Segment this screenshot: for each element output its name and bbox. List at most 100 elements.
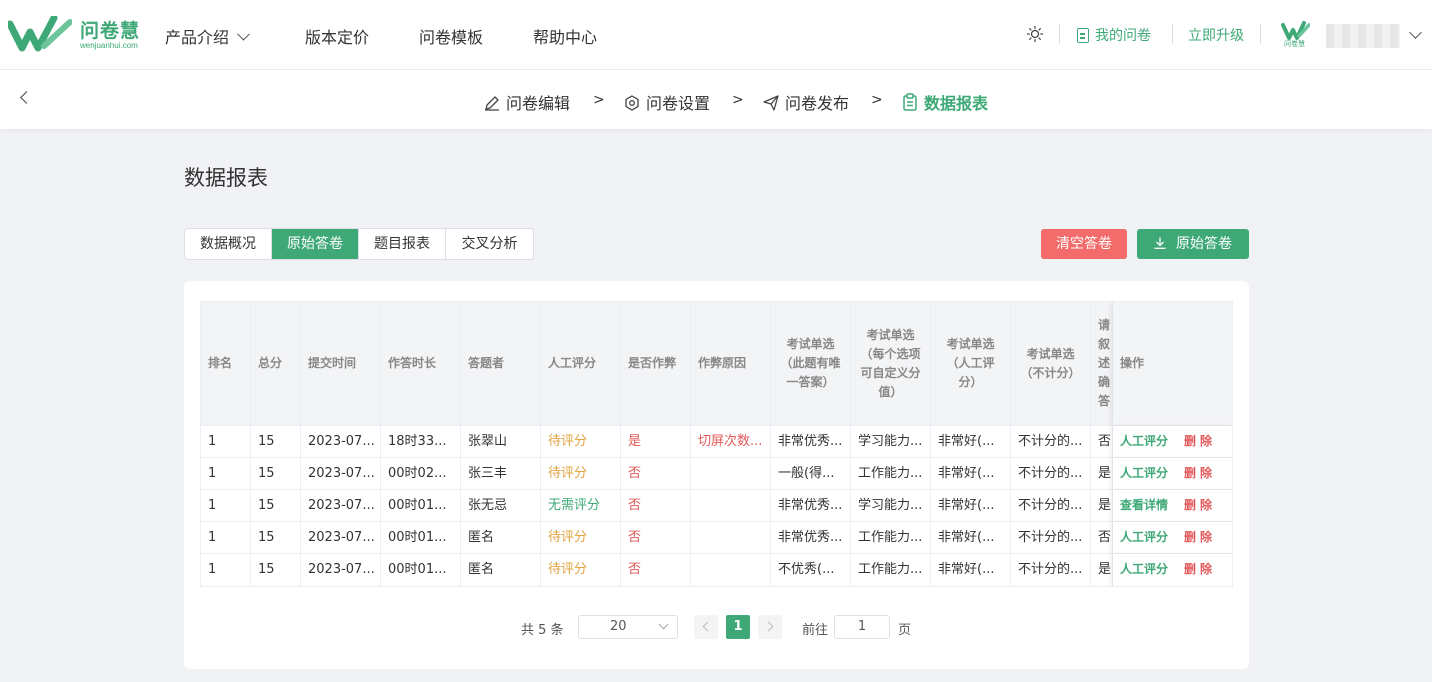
cell-actions: 人工评分 删除	[1113, 554, 1232, 586]
cell-q2: 学习能力...	[851, 490, 931, 521]
page-unit-label: 页	[898, 623, 912, 638]
tab-raw-answers[interactable]: 原始答卷	[272, 229, 359, 259]
goto-page-input[interactable]: 1	[834, 615, 890, 639]
cell-name: 张翠山	[461, 426, 541, 457]
cell-q4: 不计分的...	[1011, 554, 1091, 586]
delete-button[interactable]: 删除	[1184, 530, 1216, 544]
manual-grade-button[interactable]: 人工评分	[1120, 530, 1168, 544]
cell-q1: 非常优秀...	[771, 426, 851, 457]
cell-reason	[691, 490, 771, 521]
download-icon	[1154, 237, 1166, 249]
cell-q5: 是(	[1091, 554, 1113, 586]
next-page-button[interactable]	[758, 615, 782, 639]
cell-name: 张无忌	[461, 490, 541, 521]
column-header: 考试单选（每个选项可自定义分值）	[851, 302, 931, 425]
step-edit[interactable]: 问卷编辑	[484, 90, 570, 114]
nav-help[interactable]: 帮助中心	[533, 24, 597, 48]
cell-grade: 无需评分	[541, 490, 621, 521]
cell-q1: 一般(得...	[771, 458, 851, 489]
upgrade-link[interactable]: 立即升级	[1188, 25, 1244, 45]
nav-product-intro[interactable]: 产品介绍	[165, 24, 250, 48]
my-surveys-link[interactable]: 我的问卷	[1077, 25, 1151, 45]
table-row: 1 15 2023-07... 00时01... 匿名 待评分否 不优秀(... 工作能力..…	[201, 554, 1232, 586]
cell-q3: 非常好(...	[931, 490, 1011, 521]
step-settings[interactable]: 问卷设置	[624, 90, 710, 114]
cell-q5: 是(	[1091, 458, 1113, 489]
nav-templates[interactable]: 问卷模板	[419, 24, 483, 48]
cell-q2: 工作能力...	[851, 458, 931, 489]
answers-card: 排名 总分 提交时间 作答时长 答题者 人工评分 是否作弊 作弊原因 考试单选（此题有唯一答案）…	[184, 281, 1249, 669]
logo-w-icon	[8, 16, 72, 52]
cell-q4: 不计分的...	[1011, 426, 1091, 457]
cell-time: 2023-07...	[301, 554, 381, 586]
chevron-down-icon[interactable]	[1409, 26, 1422, 39]
cell-q1: 不优秀(...	[771, 554, 851, 586]
step-report[interactable]: 数据报表	[902, 90, 988, 114]
download-label: 原始答卷	[1176, 236, 1232, 252]
nav-pricing[interactable]: 版本定价	[305, 24, 369, 48]
cell-q3: 非常好(...	[931, 522, 1011, 553]
column-header: 作答时长	[381, 302, 461, 425]
tab-overview[interactable]: 数据概况	[185, 229, 272, 259]
cell-duration: 00时01...	[381, 554, 461, 586]
delete-button[interactable]: 删除	[1184, 434, 1216, 448]
tab-cross-analysis[interactable]: 交叉分析	[446, 229, 533, 259]
clear-answers-button[interactable]: 清空答卷	[1041, 229, 1127, 259]
cell-q2: 工作能力...	[851, 522, 931, 553]
cell-grade: 待评分	[541, 426, 621, 457]
cell-score: 15	[251, 426, 301, 457]
cell-time: 2023-07...	[301, 458, 381, 489]
column-header: 提交时间	[301, 302, 381, 425]
clipboard-icon	[903, 93, 917, 111]
step-bar: 问卷编辑 > 问卷设置 > 问卷发布 > 数据报表	[0, 70, 1432, 129]
step-publish[interactable]: 问卷发布	[763, 90, 849, 114]
cell-q1: 非常优秀...	[771, 522, 851, 553]
step-label: 问卷编辑	[506, 94, 571, 113]
nav-label: 产品介绍	[165, 28, 230, 47]
view-details-button[interactable]: 查看详情	[1120, 498, 1168, 512]
column-header: 操作	[1113, 302, 1232, 425]
prev-page-button[interactable]	[694, 615, 718, 639]
cell-reason: 切屏次数...	[691, 426, 771, 457]
cell-time: 2023-07...	[301, 490, 381, 521]
delete-button[interactable]: 删除	[1184, 466, 1216, 480]
delete-button[interactable]: 删除	[1184, 498, 1216, 512]
step-label: 问卷发布	[785, 94, 850, 113]
cell-q5: 否(	[1091, 426, 1113, 457]
back-chevron-icon[interactable]	[20, 91, 33, 104]
current-page[interactable]: 1	[726, 615, 750, 639]
page-size-select[interactable]: 20	[578, 615, 678, 639]
pencil-icon	[485, 96, 499, 111]
cell-cheat: 是	[621, 426, 691, 457]
tab-question-report[interactable]: 题目报表	[359, 229, 446, 259]
username-blurred[interactable]	[1326, 24, 1400, 48]
manual-grade-button[interactable]: 人工评分	[1120, 466, 1168, 480]
manual-grade-button[interactable]: 人工评分	[1120, 434, 1168, 448]
page-title: 数据报表	[184, 166, 268, 190]
manual-grade-button[interactable]: 人工评分	[1120, 562, 1168, 576]
total-count: 共 5 条	[521, 623, 564, 638]
cell-score: 15	[251, 522, 301, 553]
my-surveys-label: 我的问卷	[1095, 28, 1151, 44]
delete-button[interactable]: 删除	[1184, 562, 1216, 576]
brand-logo[interactable]: 问卷慧 wenjuanhui.com	[8, 14, 143, 54]
cell-time: 2023-07...	[301, 522, 381, 553]
download-raw-button[interactable]: 原始答卷	[1137, 229, 1249, 259]
step-separator: >	[732, 92, 744, 108]
cell-name: 匿名	[461, 554, 541, 586]
table-row: 1 15 2023-07... 00时02... 张三丰 待评分否 一般(得... 工作能力.…	[201, 458, 1232, 490]
cell-grade: 待评分	[541, 522, 621, 553]
column-header: 请叙述确答	[1091, 302, 1113, 425]
table-row: 1 15 2023-07... 00时01... 匿名 待评分否 非常优秀... 工作能力..…	[201, 522, 1232, 554]
column-header: 人工评分	[541, 302, 621, 425]
top-navbar: 问卷慧 wenjuanhui.com 产品介绍 版本定价 问卷模板 帮助中心 我…	[0, 0, 1432, 70]
cell-q3: 非常好(...	[931, 554, 1011, 586]
table-row: 1 15 2023-07... 18时33... 张翠山 待评分是切屏次数... 非常优秀.…	[201, 426, 1232, 458]
report-tabs: 数据概况 原始答卷 题目报表 交叉分析	[184, 228, 534, 260]
cell-duration: 00时02...	[381, 458, 461, 489]
theme-sun-icon[interactable]	[1027, 26, 1043, 42]
cell-q5: 是(	[1091, 490, 1113, 521]
cell-cheat: 否	[621, 522, 691, 553]
column-header: 考试单选（人工评分）	[931, 302, 1011, 425]
cell-actions: 人工评分 删除	[1113, 426, 1232, 457]
